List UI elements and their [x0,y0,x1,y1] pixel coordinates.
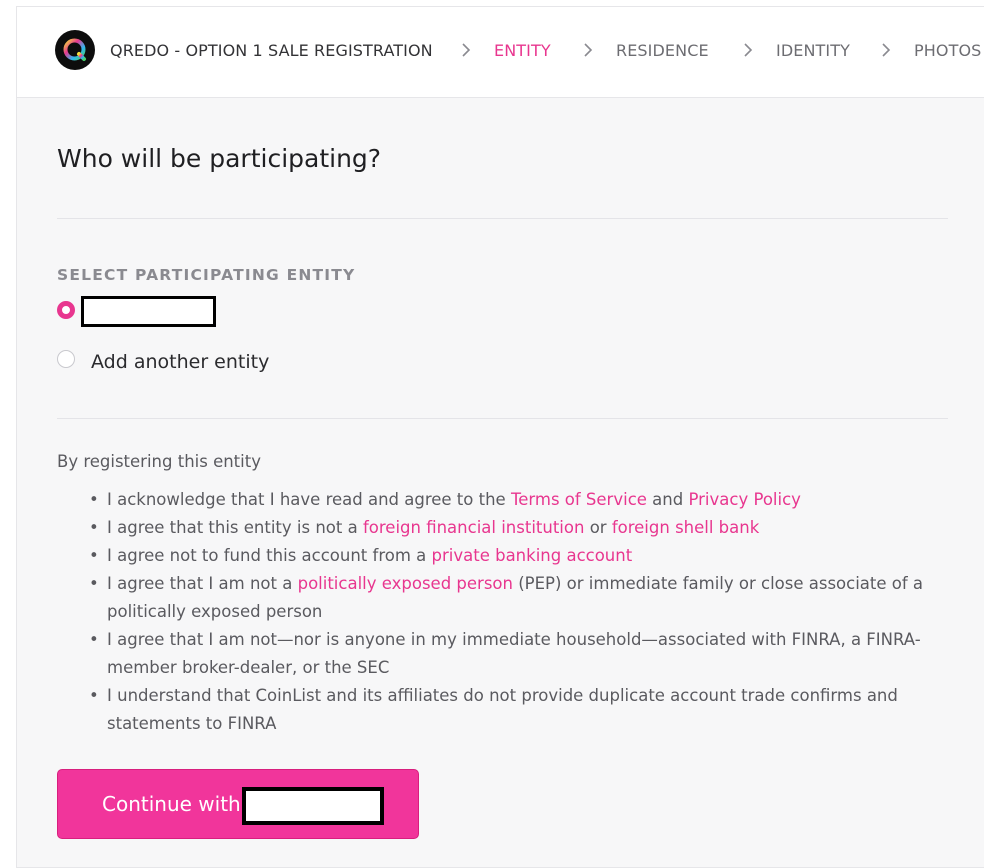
step-entity[interactable]: ENTITY [494,41,551,61]
chevron-right-icon [459,40,473,60]
terms-list: I acknowledge that I have read and agree… [87,486,967,738]
divider [57,218,948,219]
add-entity-radio[interactable] [57,350,75,368]
chevron-right-icon [879,40,893,60]
chevron-right-icon [741,40,755,60]
terms-intro: By registering this entity [57,452,261,471]
terms-text: I agree that I am not a [107,574,298,593]
terms-link[interactable]: foreign financial institution [363,518,584,537]
qredo-logo [55,30,95,70]
page-heading: Who will be participating? [57,144,382,173]
continue-button[interactable]: Continue with [57,769,419,839]
terms-text: I understand that CoinList and its affil… [107,686,898,733]
terms-item: I agree that I am not—nor is anyone in m… [87,626,967,682]
add-entity-label[interactable]: Add another entity [91,350,269,374]
terms-link[interactable]: politically exposed person [298,574,513,593]
terms-link[interactable]: foreign shell bank [612,518,759,537]
terms-item: I acknowledge that I have read and agree… [87,486,967,514]
terms-text: and [646,490,689,509]
continue-button-label: Continue with [102,792,241,816]
terms-item: I agree not to fund this account from a … [87,542,967,570]
terms-item: I understand that CoinList and its affil… [87,682,967,738]
entity-radio-selected[interactable] [57,301,75,319]
terms-link[interactable]: Terms of Service [511,490,647,509]
terms-text: I agree that I am not—nor is anyone in m… [107,630,921,677]
section-label: SELECT PARTICIPATING ENTITY [57,266,356,284]
terms-item: I agree that this entity is not a foreig… [87,514,967,542]
redacted-entity-name [242,787,384,825]
registration-title: QREDO - OPTION 1 SALE REGISTRATION [110,41,433,60]
terms-link[interactable]: Privacy Policy [688,490,800,509]
terms-text: I agree that this entity is not a [107,518,363,537]
redacted-entity-name [81,296,216,327]
terms-text: or [584,518,612,537]
terms-text: I acknowledge that I have read and agree… [107,490,511,509]
header: QREDO - OPTION 1 SALE REGISTRATION ENTIT… [17,7,984,98]
terms-item: I agree that I am not a politically expo… [87,570,967,626]
chevron-right-icon [581,40,595,60]
step-identity[interactable]: IDENTITY [776,41,850,61]
divider [57,418,948,419]
terms-text: I agree not to fund this account from a [107,546,432,565]
terms-link[interactable]: private banking account [432,546,633,565]
step-residence[interactable]: RESIDENCE [616,41,709,61]
step-photos[interactable]: PHOTOS [914,41,981,61]
registration-card: QREDO - OPTION 1 SALE REGISTRATION ENTIT… [16,6,984,868]
